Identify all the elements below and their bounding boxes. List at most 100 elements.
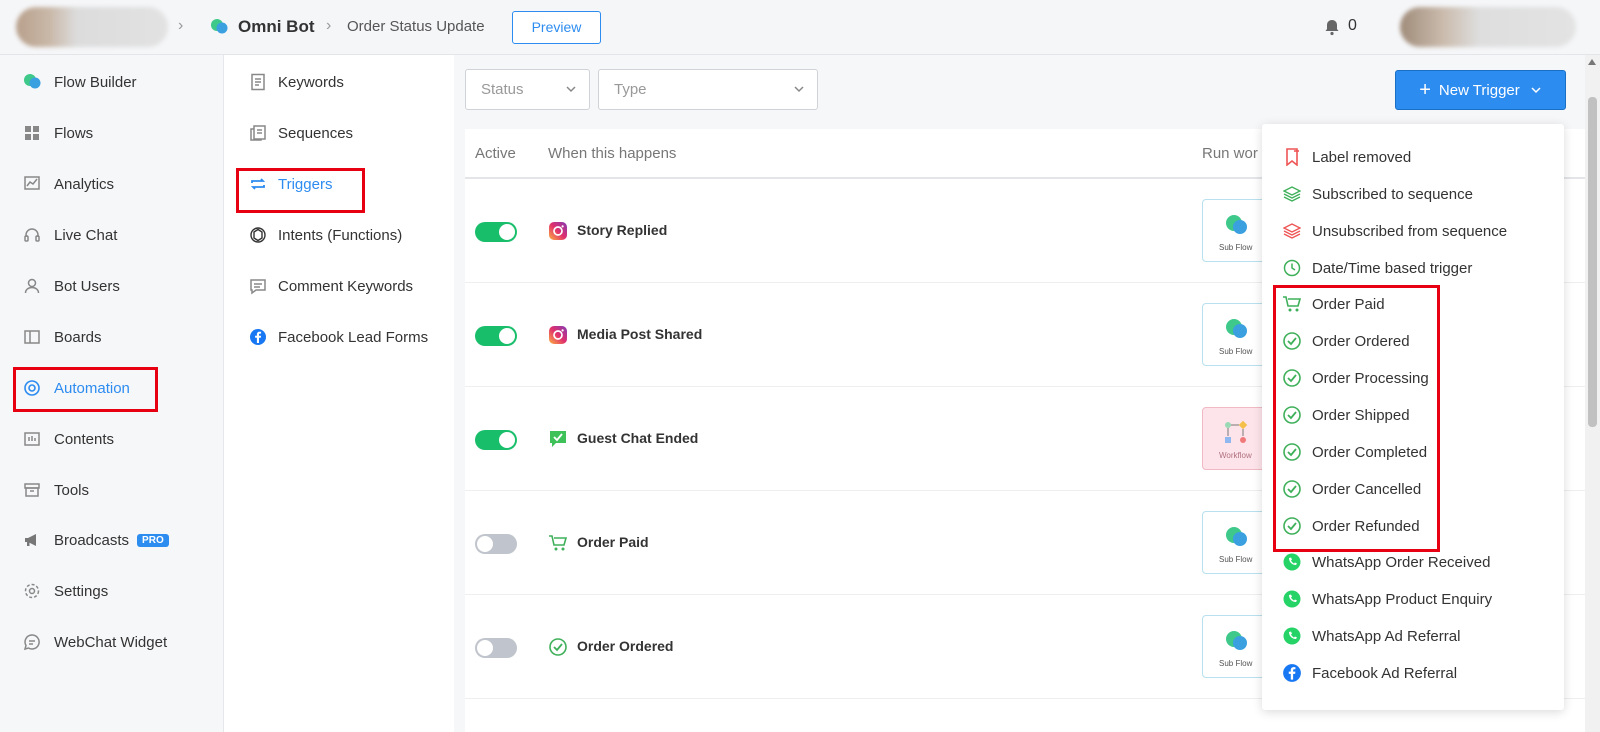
top-bar: › Omni Bot › Order Status Update Preview… xyxy=(0,0,1600,55)
active-toggle[interactable] xyxy=(475,430,517,450)
dropdown-item-whatsapp-product-enquiry[interactable]: WhatsApp Product Enquiry xyxy=(1282,587,1492,611)
whatsapp-icon xyxy=(1282,626,1302,646)
facebook-icon xyxy=(248,327,268,347)
instagram-icon xyxy=(549,326,567,344)
type-filter-select[interactable]: Type xyxy=(598,69,818,110)
dropdown-item-label-removed[interactable]: Label removed xyxy=(1282,145,1411,169)
breadcrumb-chevron-icon: › xyxy=(178,17,184,34)
card-caption: Workflow xyxy=(1219,451,1252,460)
trigger-label[interactable]: Story Replied xyxy=(577,222,667,238)
type-placeholder: Type xyxy=(614,81,647,98)
clock-icon xyxy=(1282,258,1302,278)
sidebar-item-analytics[interactable]: Analytics xyxy=(22,169,114,199)
dropdown-label: WhatsApp Ad Referral xyxy=(1312,627,1461,645)
megaphone-icon xyxy=(22,530,42,550)
dropdown-item-datetime[interactable]: Date/Time based trigger xyxy=(1282,256,1472,280)
column-header-when: When this happens xyxy=(548,145,677,162)
notification-count: 0 xyxy=(1348,17,1357,34)
sidebar-item-boards[interactable]: Boards xyxy=(22,322,102,352)
chevron-down-icon xyxy=(794,86,804,93)
openai-icon xyxy=(248,225,268,245)
sidebar-item-flow-builder[interactable]: Flow Builder xyxy=(22,67,137,97)
dropdown-item-whatsapp-order-received[interactable]: WhatsApp Order Received xyxy=(1282,550,1490,574)
status-filter-select[interactable]: Status xyxy=(465,69,590,110)
board-icon xyxy=(22,327,42,347)
sidebar-item-label: Flow Builder xyxy=(54,73,137,91)
subnav-label: Keywords xyxy=(278,73,344,91)
headset-icon xyxy=(22,225,42,245)
sidebar-item-label: Broadcasts xyxy=(54,531,130,549)
dropdown-label: Facebook Ad Referral xyxy=(1312,664,1458,682)
sidebar-item-label: WebChat Widget xyxy=(54,633,168,651)
sidebar-item-contents[interactable]: Contents xyxy=(22,424,114,454)
dropdown-label: Label removed xyxy=(1312,148,1412,166)
scroll-thumb[interactable] xyxy=(1588,97,1597,427)
subnav-label: Intents (Functions) xyxy=(278,226,403,244)
new-trigger-button[interactable]: + New Trigger xyxy=(1395,70,1566,110)
active-toggle[interactable] xyxy=(475,638,517,658)
page-scrollbar[interactable] xyxy=(1585,55,1600,732)
layers-icon xyxy=(1282,184,1302,204)
dropdown-label: WhatsApp Order Received xyxy=(1312,553,1491,571)
subnav-item-facebook-lead-forms[interactable]: Facebook Lead Forms xyxy=(248,322,428,352)
chevron-down-icon xyxy=(1531,87,1541,94)
sidebar-item-bot-users[interactable]: Bot Users xyxy=(22,271,120,301)
contents-icon xyxy=(22,429,42,449)
sidebar-item-tools[interactable]: Tools xyxy=(22,475,89,505)
trigger-label[interactable]: Guest Chat Ended xyxy=(577,430,698,446)
sidebar-item-settings[interactable]: Settings xyxy=(22,576,108,606)
trigger-label[interactable]: Media Post Shared xyxy=(577,326,702,342)
preview-button[interactable]: Preview xyxy=(512,11,601,44)
documents-icon xyxy=(248,123,268,143)
sidebar-item-live-chat[interactable]: Live Chat xyxy=(22,220,117,250)
user-avatar[interactable] xyxy=(1400,7,1576,47)
workspace-avatar[interactable] xyxy=(16,7,168,47)
highlight-box xyxy=(13,367,158,412)
chat-check-icon xyxy=(550,431,566,447)
bookmark-icon xyxy=(1282,147,1302,167)
card-caption: Sub Flow xyxy=(1219,659,1253,668)
whatsapp-icon xyxy=(1282,589,1302,609)
dropdown-item-subscribed[interactable]: Subscribed to sequence xyxy=(1282,182,1473,206)
chat-bubbles-icon xyxy=(1226,631,1247,650)
sidebar-item-label: Analytics xyxy=(54,175,115,193)
subnav-item-comment-keywords[interactable]: Comment Keywords xyxy=(248,271,413,301)
dropdown-label: Subscribed to sequence xyxy=(1312,185,1473,203)
bot-name[interactable]: Omni Bot xyxy=(238,17,315,37)
sidebar-item-flows[interactable]: Flows xyxy=(22,118,93,148)
chart-icon xyxy=(22,174,42,194)
highlight-box xyxy=(1273,285,1440,552)
omni-bot-logo-icon xyxy=(211,19,228,34)
scroll-up-icon[interactable] xyxy=(1588,59,1596,65)
trigger-label[interactable]: Order Paid xyxy=(577,534,649,550)
grid-icon xyxy=(22,123,42,143)
sidebar-item-label: Settings xyxy=(54,582,109,600)
gear-icon xyxy=(22,581,42,601)
comment-icon xyxy=(248,276,268,296)
dropdown-item-whatsapp-ad-referral[interactable]: WhatsApp Ad Referral xyxy=(1282,624,1460,648)
dropdown-item-facebook-ad-referral[interactable]: Facebook Ad Referral xyxy=(1282,661,1457,685)
dropdown-label: WhatsApp Product Enquiry xyxy=(1312,590,1493,608)
dropdown-label: Date/Time based trigger xyxy=(1312,259,1473,277)
sidebar-item-label: Bot Users xyxy=(54,277,120,295)
subnav-item-intents[interactable]: Intents (Functions) xyxy=(248,220,402,250)
active-toggle[interactable] xyxy=(475,222,517,242)
user-icon xyxy=(22,276,42,296)
subnav-item-sequences[interactable]: Sequences xyxy=(248,118,353,148)
dropdown-item-unsubscribed[interactable]: Unsubscribed from sequence xyxy=(1282,219,1507,243)
new-trigger-label: New Trigger xyxy=(1438,81,1520,99)
card-caption: Sub Flow xyxy=(1219,555,1253,564)
automation-subnav: Keywords Sequences Triggers Intents (Fun… xyxy=(224,55,454,732)
plus-icon: + xyxy=(1419,79,1431,101)
sidebar-item-broadcasts[interactable]: Broadcasts PRO xyxy=(22,525,169,555)
subnav-label: Comment Keywords xyxy=(278,277,414,295)
sidebar-item-webchat-widget[interactable]: WebChat Widget xyxy=(22,627,167,657)
active-toggle[interactable] xyxy=(475,534,517,554)
dropdown-label: Unsubscribed from sequence xyxy=(1312,222,1508,240)
bell-icon[interactable] xyxy=(1323,18,1341,36)
trigger-label[interactable]: Order Ordered xyxy=(577,638,673,654)
page-title: Order Status Update xyxy=(347,18,485,35)
active-toggle[interactable] xyxy=(475,326,517,346)
document-icon xyxy=(248,72,268,92)
subnav-item-keywords[interactable]: Keywords xyxy=(248,67,344,97)
